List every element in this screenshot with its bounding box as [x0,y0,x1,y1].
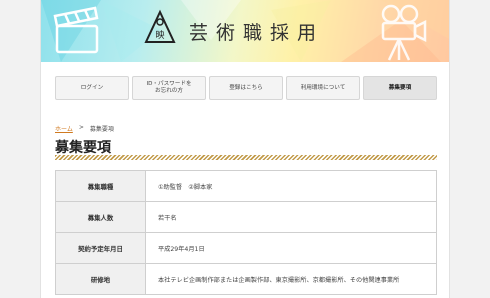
site-title: 芸術職採用 [189,22,325,44]
row-label: 募集人数 [56,202,146,232]
breadcrumb: ホーム > 募集要項 [55,124,114,133]
page-title: 募集要項 [55,140,111,156]
requirements-table: 募集職種 ①助監督 ②脚本家 募集人数 若干名 契約予定年月日 平成29年4月1… [55,170,437,295]
breadcrumb-separator: > [78,124,84,131]
title-divider [55,155,437,160]
table-row: 募集職種 ①助監督 ②脚本家 [56,171,436,202]
breadcrumb-home-link[interactable]: ホーム [55,124,73,133]
page-container: 映 芸術職採用 ログイン ID・パスワードを お忘れの方 登録はこちら 利用環境… [40,0,450,298]
main-nav: ログイン ID・パスワードを お忘れの方 登録はこちら 利用環境について 募集要… [55,76,437,100]
table-row: 契約予定年月日 平成29年4月1日 [56,233,436,264]
company-logo: 映 [144,9,176,43]
row-label: 契約予定年月日 [56,233,146,263]
table-row: 研修地 本社テレビ企画制作部または企画製作部、東京撮影所、京都撮影所、その他関連… [56,264,436,295]
nav-environment[interactable]: 利用環境について [286,76,360,100]
row-label: 研修地 [56,264,146,294]
row-label: 募集職種 [56,171,146,201]
row-value: 本社テレビ企画制作部または企画製作部、東京撮影所、京都撮影所、その他関連事業所 [158,276,400,284]
row-value: ①助監督 ②脚本家 [158,183,213,191]
nav-forgot-password[interactable]: ID・パスワードを お忘れの方 [132,76,206,100]
nav-requirements[interactable]: 募集要項 [363,76,437,100]
clapperboard-icon [53,6,99,54]
nav-login[interactable]: ログイン [55,76,129,100]
header-banner: 映 芸術職採用 [41,0,449,62]
film-camera-icon [381,4,427,61]
nav-register[interactable]: 登録はこちら [209,76,283,100]
table-row: 募集人数 若干名 [56,202,436,233]
logo-text: 映 [155,29,164,41]
row-value: 平成29年4月1日 [158,245,205,253]
row-value: 若干名 [158,214,177,222]
breadcrumb-current: 募集要項 [89,126,114,133]
